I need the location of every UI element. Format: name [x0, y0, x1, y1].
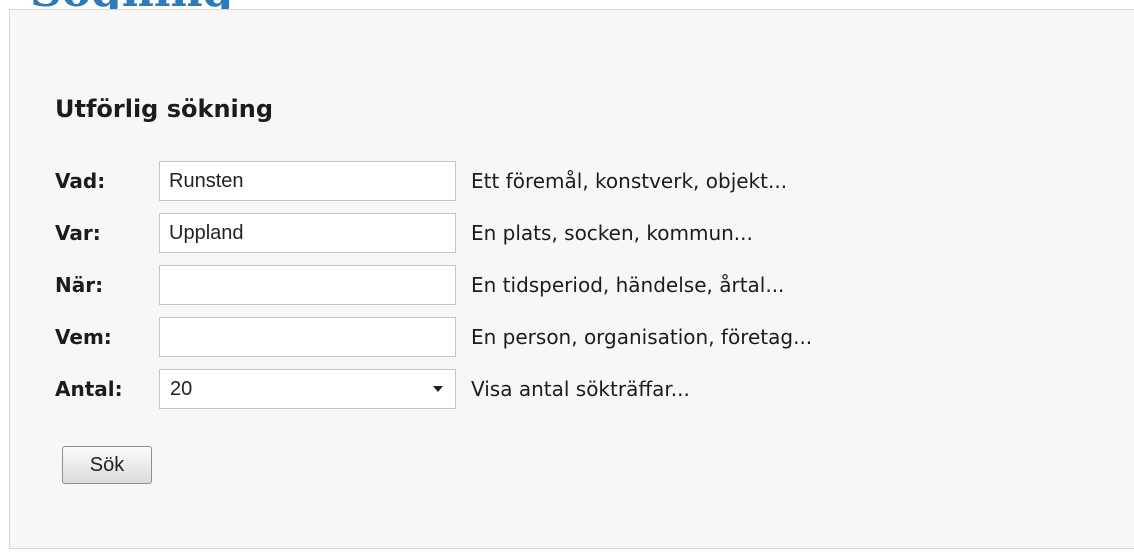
where-hint: En plats, socken, kommun...: [471, 221, 753, 245]
what-label: Vad:: [55, 169, 106, 193]
where-input[interactable]: [159, 213, 456, 253]
who-input[interactable]: [159, 317, 456, 357]
when-label: När:: [55, 273, 104, 297]
what-input[interactable]: [159, 161, 456, 201]
count-select-value: 20: [170, 378, 193, 400]
what-hint: Ett föremål, konstverk, objekt...: [471, 169, 788, 193]
section-title: Utförlig sökning: [55, 95, 274, 123]
count-label: Antal:: [55, 377, 123, 401]
chevron-down-icon[interactable]: [433, 386, 443, 392]
who-label: Vem:: [55, 325, 112, 349]
when-input[interactable]: [159, 265, 456, 305]
count-select[interactable]: 20: [159, 369, 456, 409]
search-button[interactable]: Sök: [62, 446, 152, 484]
where-label: Var:: [55, 221, 101, 245]
count-hint: Visa antal sökträffar...: [471, 377, 690, 401]
when-hint: En tidsperiod, händelse, årtal...: [471, 273, 785, 297]
who-hint: En person, organisation, företag...: [471, 325, 813, 349]
